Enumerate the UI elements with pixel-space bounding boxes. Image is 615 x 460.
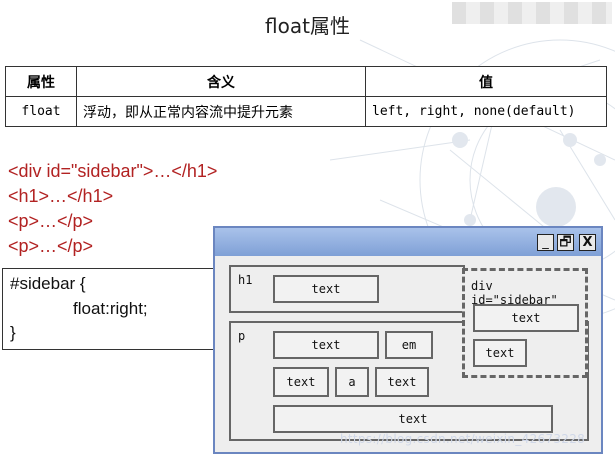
code-line: <p>…</p> bbox=[8, 236, 94, 256]
table-header-cell: 含义 bbox=[76, 66, 366, 97]
code-line: <div id="sidebar">…</h1> bbox=[8, 161, 218, 181]
property-table: 属性 含义 值 float 浮动，即从正常内容流中提升元素 left, righ… bbox=[5, 66, 607, 127]
text-box: text bbox=[273, 275, 379, 303]
layout-window: _ 🗗 X h1 text p text em text a text text… bbox=[213, 226, 603, 454]
css-line: #sidebar { bbox=[10, 274, 86, 293]
text-box: text bbox=[375, 367, 429, 397]
watermark-text: https://blog.csdn.net/weixin_42673228 bbox=[340, 432, 586, 446]
restore-button[interactable]: 🗗 bbox=[557, 234, 574, 251]
minimize-button[interactable]: _ bbox=[537, 234, 554, 251]
css-line: float:right; bbox=[73, 299, 148, 318]
text-box: text bbox=[273, 331, 379, 359]
code-line: <h1>…</h1> bbox=[8, 186, 114, 206]
close-button[interactable]: X bbox=[579, 234, 596, 251]
table-row: float 浮动，即从正常内容流中提升元素 left, right, none(… bbox=[5, 96, 607, 127]
text-box: text bbox=[473, 339, 527, 367]
css-code-box: #sidebar { float:right; } bbox=[2, 268, 236, 350]
text-box: text bbox=[273, 405, 553, 433]
window-titlebar[interactable]: _ 🗗 X bbox=[215, 228, 601, 256]
p-label: p bbox=[238, 329, 246, 343]
em-box: em bbox=[385, 331, 433, 359]
h1-panel: h1 text bbox=[229, 265, 465, 313]
sidebar-div: div id="sidebar" text text bbox=[462, 268, 588, 378]
table-header-cell: 属性 bbox=[5, 66, 77, 97]
text-box: text bbox=[273, 367, 329, 397]
html-code-block: <div id="sidebar">…</h1> <h1>…</h1> <p>…… bbox=[8, 159, 217, 259]
text-box: text bbox=[473, 304, 579, 332]
table-cell: 浮动，即从正常内容流中提升元素 bbox=[76, 96, 366, 127]
slide-title: float属性 bbox=[265, 14, 350, 38]
table-header-row: 属性 含义 值 bbox=[5, 66, 607, 97]
css-line: } bbox=[10, 323, 16, 342]
table-header-cell: 值 bbox=[365, 66, 607, 97]
h1-label: h1 bbox=[238, 273, 253, 287]
table-cell: left, right, none(default) bbox=[365, 96, 607, 127]
table-cell: float bbox=[5, 96, 77, 127]
a-box: a bbox=[335, 367, 369, 397]
code-line: <p>…</p> bbox=[8, 211, 94, 231]
sidebar-label: div id="sidebar" bbox=[471, 279, 558, 307]
